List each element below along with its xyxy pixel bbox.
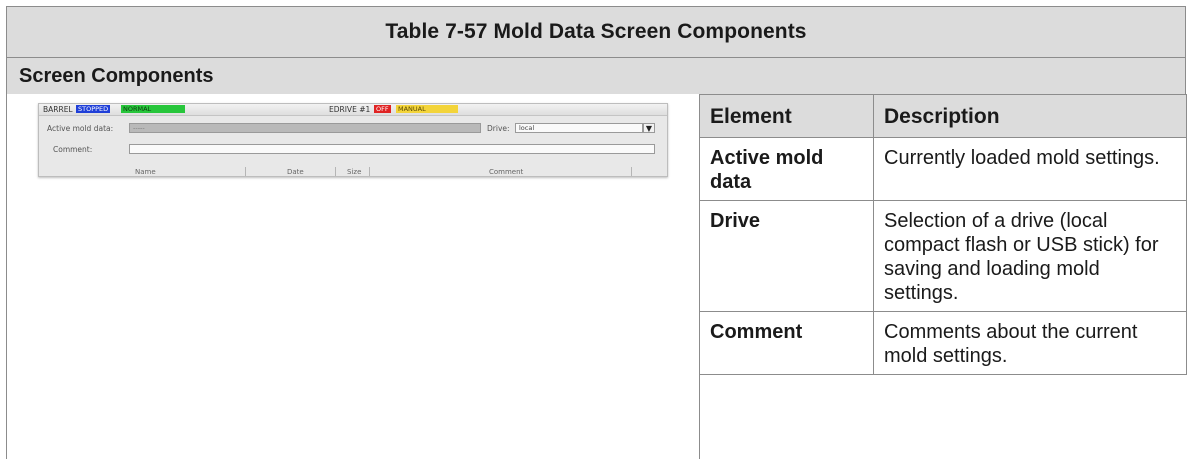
components-document-table: Table 7-57 Mold Data Screen Components S… xyxy=(0,0,1192,459)
comment-label: Comment: xyxy=(53,145,93,154)
column-divider xyxy=(245,167,246,176)
drive-label: Drive: xyxy=(487,124,510,133)
table-row: Drive Selection of a drive (local compac… xyxy=(699,200,1187,312)
section-header: Screen Components xyxy=(6,57,1186,95)
table-row: Comment Comments about the current mold … xyxy=(699,311,1187,375)
edrive-mode-badge: MANUAL xyxy=(396,105,458,113)
element-cell: Comment xyxy=(699,311,874,375)
edrive-label: EDRIVE #1 xyxy=(329,105,371,114)
element-cell: Drive xyxy=(699,200,874,312)
column-divider xyxy=(631,167,632,176)
column-header-date[interactable]: Date xyxy=(287,168,304,176)
column-divider xyxy=(335,167,336,176)
element-cell: Active mold data xyxy=(699,137,874,201)
barrel-label: BARREL xyxy=(43,105,73,114)
mold-data-screenshot: BARREL STOPPED NORMAL EDRIVE #1 OFF MANU… xyxy=(38,103,668,177)
description-cell: Selection of a drive (local compact flas… xyxy=(873,200,1187,312)
active-mold-label: Active mold data: xyxy=(47,124,114,133)
description-cell: Currently loaded mold settings. xyxy=(873,137,1187,201)
chevron-down-icon[interactable]: ▼ xyxy=(643,123,655,133)
drive-select[interactable]: local xyxy=(515,123,643,133)
element-column-header: Element xyxy=(699,94,874,138)
active-mold-field: ----- xyxy=(129,123,481,133)
element-description-table: Element Description Active mold data Cur… xyxy=(699,94,1187,375)
column-header-size[interactable]: Size xyxy=(347,168,361,176)
column-divider xyxy=(369,167,370,176)
column-header-name[interactable]: Name xyxy=(135,168,156,176)
barrel-state-badge: STOPPED xyxy=(76,105,111,113)
barrel-mode-badge: NORMAL xyxy=(121,105,185,113)
edrive-state-badge: OFF xyxy=(374,105,391,113)
description-column-header: Description xyxy=(873,94,1187,138)
table-row: Active mold data Currently loaded mold s… xyxy=(699,137,1187,201)
table-title: Table 7-57 Mold Data Screen Components xyxy=(6,6,1186,58)
comment-field[interactable] xyxy=(129,144,655,154)
column-header-comment[interactable]: Comment xyxy=(489,168,523,176)
table-header-row: Element Description xyxy=(699,94,1187,138)
status-bar: BARREL STOPPED NORMAL EDRIVE #1 OFF MANU… xyxy=(39,104,667,116)
description-cell: Comments about the current mold settings… xyxy=(873,311,1187,375)
